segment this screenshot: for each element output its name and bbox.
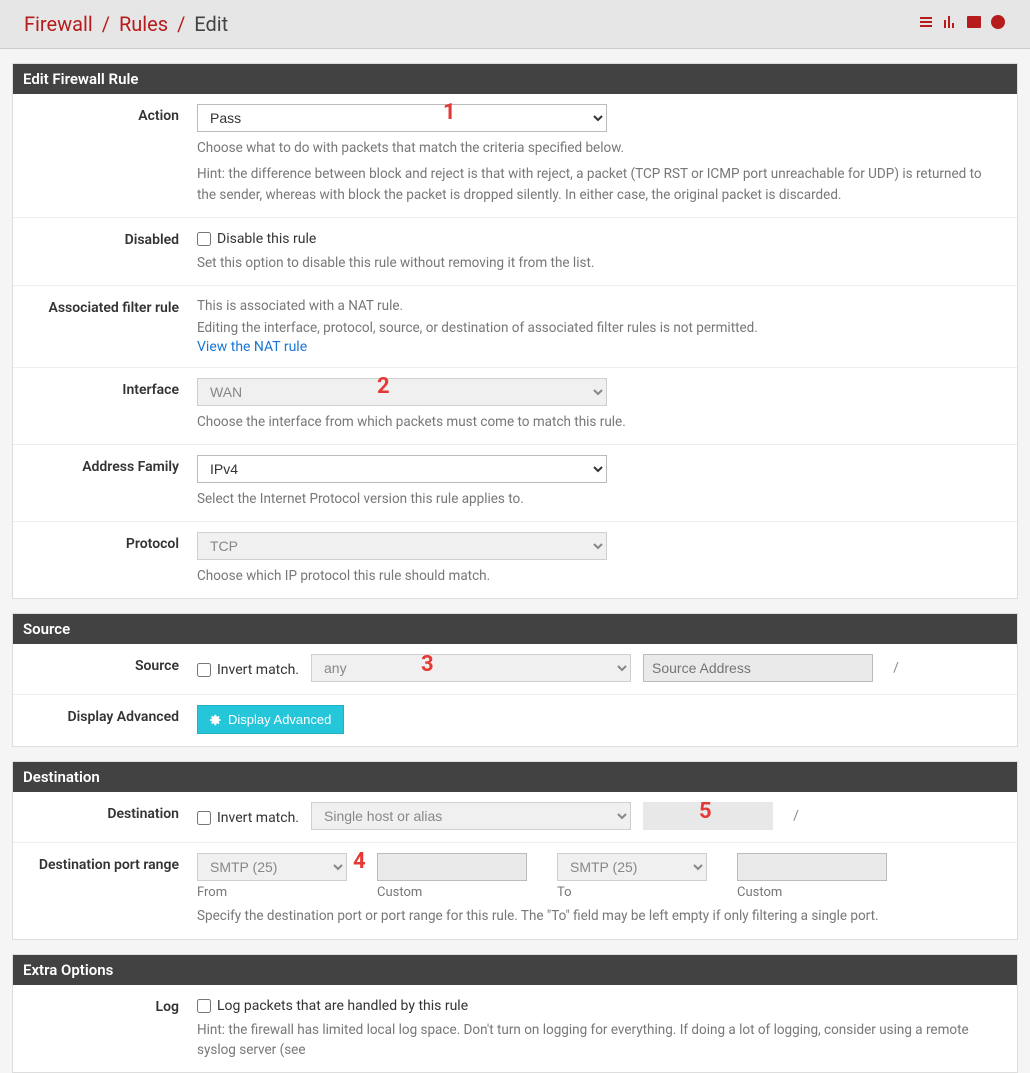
assoc-link[interactable]: View the NAT rule [197,339,307,355]
dest-slash: / [785,808,807,824]
display-advanced-button[interactable]: Display Advanced [197,705,344,734]
log-hint: Hint: the firewall has limited local log… [197,1020,1003,1061]
family-select[interactable]: IPv4 [197,455,607,483]
disable-checkbox-wrap[interactable]: Disable this rule [197,228,1003,247]
source-invert-label: Invert match. [217,662,299,678]
dest-invert-label: Invert match. [217,810,299,826]
breadcrumb-sep: / [177,12,185,36]
action-help: Choose what to do with packets that matc… [197,138,1003,158]
family-help: Select the Internet Protocol version thi… [197,489,1003,509]
panel-title-edit: Edit Firewall Rule [13,64,1017,94]
label-protocol: Protocol [27,532,197,552]
panel-source: Source Source Invert match. any 3 / Disp… [12,613,1018,747]
log-checkbox[interactable] [197,999,211,1013]
source-address-input [643,654,873,682]
port-from-select: SMTP (25) [197,853,347,881]
panel-destination: Destination Destination Invert match. Si… [12,761,1018,939]
source-invert-checkbox[interactable] [197,663,211,677]
log-checkbox-label: Log packets that are handled by this rul… [217,998,468,1014]
row-display-advanced: Display Advanced Display Advanced [13,695,1017,746]
row-interface: Interface WAN 2 Choose the interface fro… [13,368,1017,445]
panel-extra: Extra Options Log Log packets that are h… [12,954,1018,1073]
disable-checkbox-label: Disable this rule [217,231,316,247]
gear-icon [210,714,222,726]
disable-checkbox[interactable] [197,232,211,246]
label-action: Action [27,104,197,124]
help-icon[interactable] [990,14,1006,34]
sliders-icon[interactable] [918,14,934,34]
interface-select: WAN [197,378,607,406]
label-destination: Destination [27,802,197,822]
port-to-custom [737,853,887,881]
breadcrumb-c: Edit [194,12,228,36]
log-icon[interactable] [966,14,982,34]
panel-title-source: Source [13,614,1017,644]
source-type-select: any [311,654,631,682]
breadcrumb: Firewall / Rules / Edit [24,12,228,36]
source-slash: / [885,660,907,676]
label-disabled: Disabled [27,228,197,248]
port-custom2-label: Custom [737,885,887,900]
label-dest-port: Destination port range [27,853,197,873]
dest-invert-checkbox[interactable] [197,811,211,825]
source-invert-wrap[interactable]: Invert match. [197,659,299,678]
port-from-label: From [197,885,347,900]
panel-edit-rule: Edit Firewall Rule Action Pass 1 Choose … [12,63,1018,599]
assoc-l2: Editing the interface, protocol, source,… [197,318,1003,338]
port-from-custom [377,853,527,881]
top-bar: Firewall / Rules / Edit [0,0,1030,49]
label-interface: Interface [27,378,197,398]
row-action: Action Pass 1 Choose what to do with pac… [13,94,1017,218]
label-display-advanced: Display Advanced [27,705,197,725]
badge-4: 4 [353,849,366,874]
log-checkbox-wrap[interactable]: Log packets that are handled by this rul… [197,995,1003,1014]
dest-address-input [643,802,773,830]
breadcrumb-b[interactable]: Rules [119,12,168,36]
row-log: Log Log packets that are handled by this… [13,985,1017,1073]
panel-title-extra: Extra Options [13,955,1017,985]
port-custom1-label: Custom [377,885,527,900]
assoc-l1: This is associated with a NAT rule. [197,296,1003,316]
label-log: Log [27,995,197,1015]
disabled-help: Set this option to disable this rule wit… [197,253,1003,273]
port-to-select: SMTP (25) [557,853,707,881]
dest-invert-wrap[interactable]: Invert match. [197,807,299,826]
row-dest-port: Destination port range SMTP (25) From 4 … [13,843,1017,938]
action-select[interactable]: Pass [197,104,607,132]
interface-help: Choose the interface from which packets … [197,412,1003,432]
label-family: Address Family [27,455,197,475]
label-source: Source [27,654,197,674]
row-disabled: Disabled Disable this rule Set this opti… [13,218,1017,286]
label-assoc: Associated filter rule [27,296,197,316]
row-protocol: Protocol TCP Choose which IP protocol th… [13,522,1017,598]
panel-title-destination: Destination [13,762,1017,792]
row-source: Source Invert match. any 3 / [13,644,1017,695]
breadcrumb-a[interactable]: Firewall [24,12,93,36]
topbar-icons [918,14,1006,34]
protocol-select: TCP [197,532,607,560]
dest-type-select: Single host or alias [311,802,631,830]
stats-icon[interactable] [942,14,958,34]
protocol-help: Choose which IP protocol this rule shoul… [197,566,1003,586]
breadcrumb-sep: / [102,12,110,36]
display-advanced-label: Display Advanced [228,712,331,727]
dest-port-help: Specify the destination port or port ran… [197,906,1003,926]
row-family: Address Family IPv4 Select the Internet … [13,445,1017,522]
row-destination: Destination Invert match. Single host or… [13,792,1017,843]
port-to-label: To [557,885,707,900]
action-hint: Hint: the difference between block and r… [197,164,1003,205]
row-assoc: Associated filter rule This is associate… [13,286,1017,368]
